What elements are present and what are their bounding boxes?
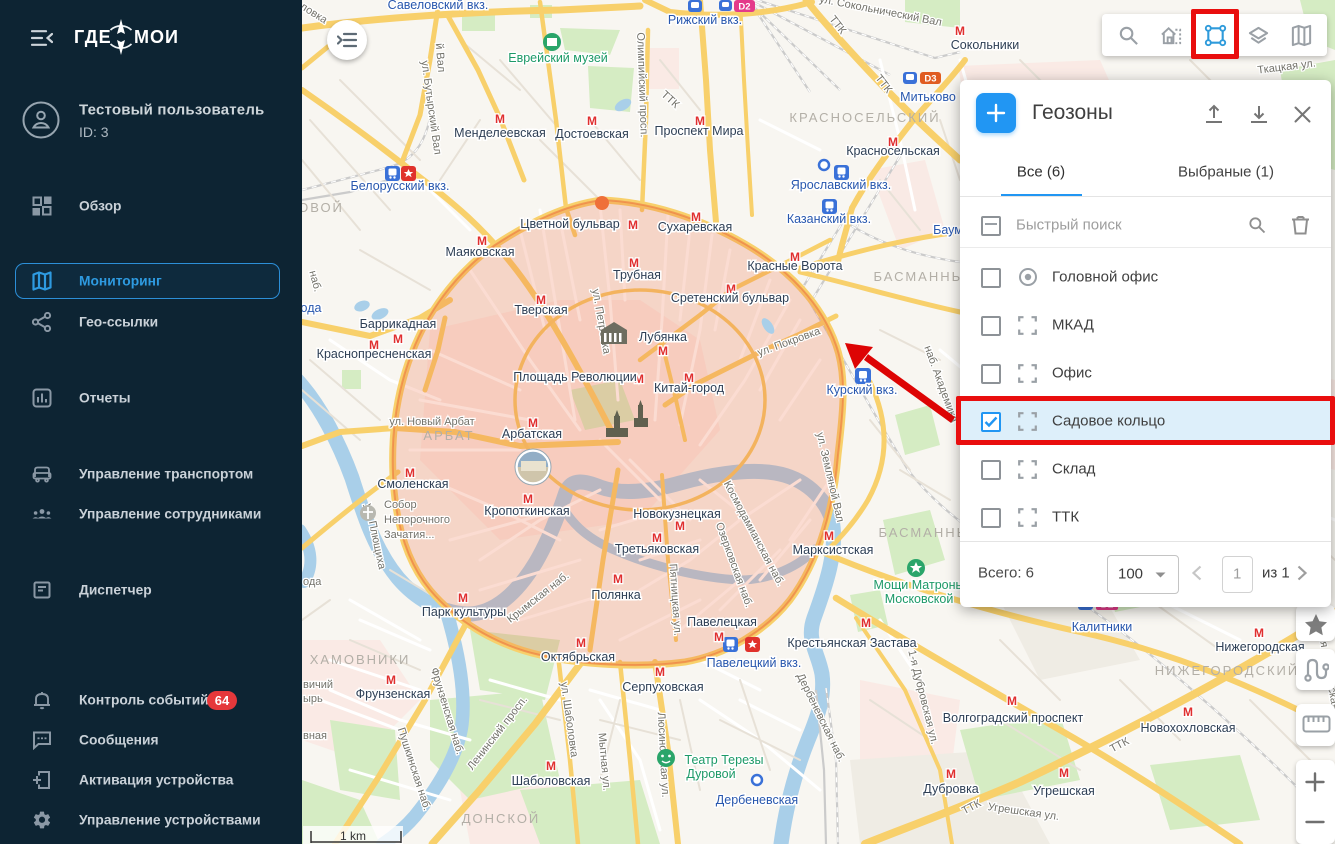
svg-text:М: М [714,630,724,644]
svg-text:Рижский вкз.: Рижский вкз. [668,13,742,27]
svg-text:Проспект Мира: Проспект Мира [655,124,744,138]
svg-text:М: М [1059,766,1069,780]
svg-text:М: М [576,636,586,650]
svg-text:Красные Ворота: Красные Ворота [747,259,842,273]
svg-text:Парк культуры: Парк культуры [422,605,506,619]
svg-text:Еврейский музей: Еврейский музей [508,51,608,65]
svg-text:Мощи Матроны: Мощи Матроны [874,578,965,592]
svg-text:Площадь Революции: Площадь Революции [513,370,637,384]
svg-text:Калитники: Калитники [1072,620,1133,634]
svg-text:Зачатия...: Зачатия... [384,529,434,541]
svg-text:КРАСНОСЕЛЬСКИЙ: КРАСНОСЕЛЬСКИЙ [789,110,940,125]
svg-text:М: М [1007,694,1017,708]
svg-text:Лубянка: Лубянка [639,330,687,344]
svg-text:Серпуховская: Серпуховская [622,680,703,694]
svg-text:Полянка: Полянка [591,588,640,602]
svg-text:Баум: Баум [933,223,963,237]
svg-text:М: М [458,591,468,605]
svg-text:Курский вкз.: Курский вкз. [827,383,898,397]
svg-text:Сокольники: Сокольники [951,38,1019,52]
svg-text:МОИ: МОИ [134,27,179,47]
svg-text:Баррикадная: Баррикадная [360,317,437,331]
svg-text:Краснопресненская: Краснопресненская [317,347,432,361]
svg-text:Новокузнецкая: Новокузнецкая [633,507,721,521]
svg-text:ырь: ырь [303,693,323,705]
svg-text:Казанский вкз.: Казанский вкз. [787,212,871,226]
svg-text:Савеловский вкз.: Савеловский вкз. [388,0,489,12]
svg-text:Сухаревская: Сухаревская [658,220,732,234]
svg-text:ода: ода [303,576,322,588]
svg-text:ОВОЙ: ОВОЙ [302,200,344,215]
svg-text:ДОНСКОЙ: ДОНСКОЙ [462,811,541,826]
svg-text:Дубровка: Дубровка [923,782,979,796]
svg-text:Павелецкая: Павелецкая [687,615,757,629]
svg-text:Трубная: Трубная [613,268,661,282]
svg-text:Маяковская: Маяковская [445,245,514,259]
svg-text:Октябрьская: Октябрьская [541,650,615,664]
svg-text:Волгоградский проспект: Волгоградский проспект [943,711,1084,725]
svg-text:Менделеевская: Менделеевская [454,126,546,140]
svg-text:Фрунзенская: Фрунзенская [356,687,431,701]
svg-text:Крестьянская Застава: Крестьянская Застава [787,636,916,650]
svg-text:Угрешская: Угрешская [1033,784,1095,798]
svg-text:D3: D3 [924,74,936,85]
svg-text:М: М [675,519,685,533]
svg-text:Непорочного: Непорочного [384,514,450,526]
svg-text:Кропоткинская: Кропоткинская [484,504,569,518]
svg-text:й Вал: й Вал [433,43,447,73]
svg-text:НИЖЕГОРОДСКИЙ: НИЖЕГОРОДСКИЙ [1155,663,1300,678]
svg-text:Ярославский вкз.: Ярославский вкз. [791,178,892,192]
svg-text:Сретенский бульвар: Сретенский бульвар [671,291,789,305]
svg-text:Шаболовская: Шаболовская [512,774,591,788]
svg-text:Арбатская: Арбатская [502,427,562,441]
svg-text:М: М [546,759,556,773]
svg-text:ул. Новый Арбат: ул. Новый Арбат [389,416,474,428]
svg-text:Собор: Собор [384,499,417,511]
svg-text:М: М [386,673,396,687]
svg-text:М: М [655,665,665,679]
svg-text:Третьяковская: Третьяковская [615,542,699,556]
svg-text:Марксистская: Марксистская [793,543,874,557]
svg-text:М: М [946,767,956,781]
svg-text:ХАМОВНИКИ: ХАМОВНИКИ [310,652,411,667]
svg-text:ода: ода [302,301,322,315]
svg-text:Тверская: Тверская [514,303,567,317]
svg-text:М: М [1254,626,1264,640]
svg-text:АРБАТ: АРБАТ [423,428,474,443]
svg-text:Красносельская: Красносельская [846,144,940,158]
svg-text:Нижегородская: Нижегородская [1215,640,1304,654]
svg-text:Митьково: Митьково [900,90,956,104]
svg-text:Достоевская: Достоевская [555,127,629,141]
svg-text:Театр Терезы: Театр Терезы [685,753,764,767]
svg-text:Смоленская: Смоленская [377,477,448,491]
svg-text:М: М [613,572,623,586]
svg-text:Цветной бульвар: Цветной бульвар [520,217,619,231]
svg-text:М: М [495,112,505,126]
svg-text:М: М [628,218,638,232]
svg-text:вная: вная [303,730,327,742]
svg-text:Дуровой: Дуровой [686,767,735,781]
svg-text:1 km: 1 km [340,829,366,843]
svg-text:Белорусский вкз.: Белорусский вкз. [351,179,450,193]
svg-text:Павелецкий вкз.: Павелецкий вкз. [707,656,802,670]
svg-text:Новохохловская: Новохохловская [1140,721,1235,735]
svg-text:М: М [658,344,668,358]
svg-text:М: М [393,332,403,346]
svg-text:М: М [955,24,965,38]
svg-text:М: М [824,529,834,543]
svg-text:ГДЕ: ГДЕ [74,27,112,47]
svg-text:М: М [861,616,871,630]
svg-text:вичий: вичий [303,679,333,691]
svg-text:Китай-город: Китай-город [654,381,725,395]
svg-text:М: М [1183,705,1193,719]
svg-text:М: М [587,114,597,128]
svg-text:Дербеневская: Дербеневская [716,793,798,807]
svg-text:Московской: Московской [885,592,954,606]
svg-text:D2: D2 [738,2,750,13]
